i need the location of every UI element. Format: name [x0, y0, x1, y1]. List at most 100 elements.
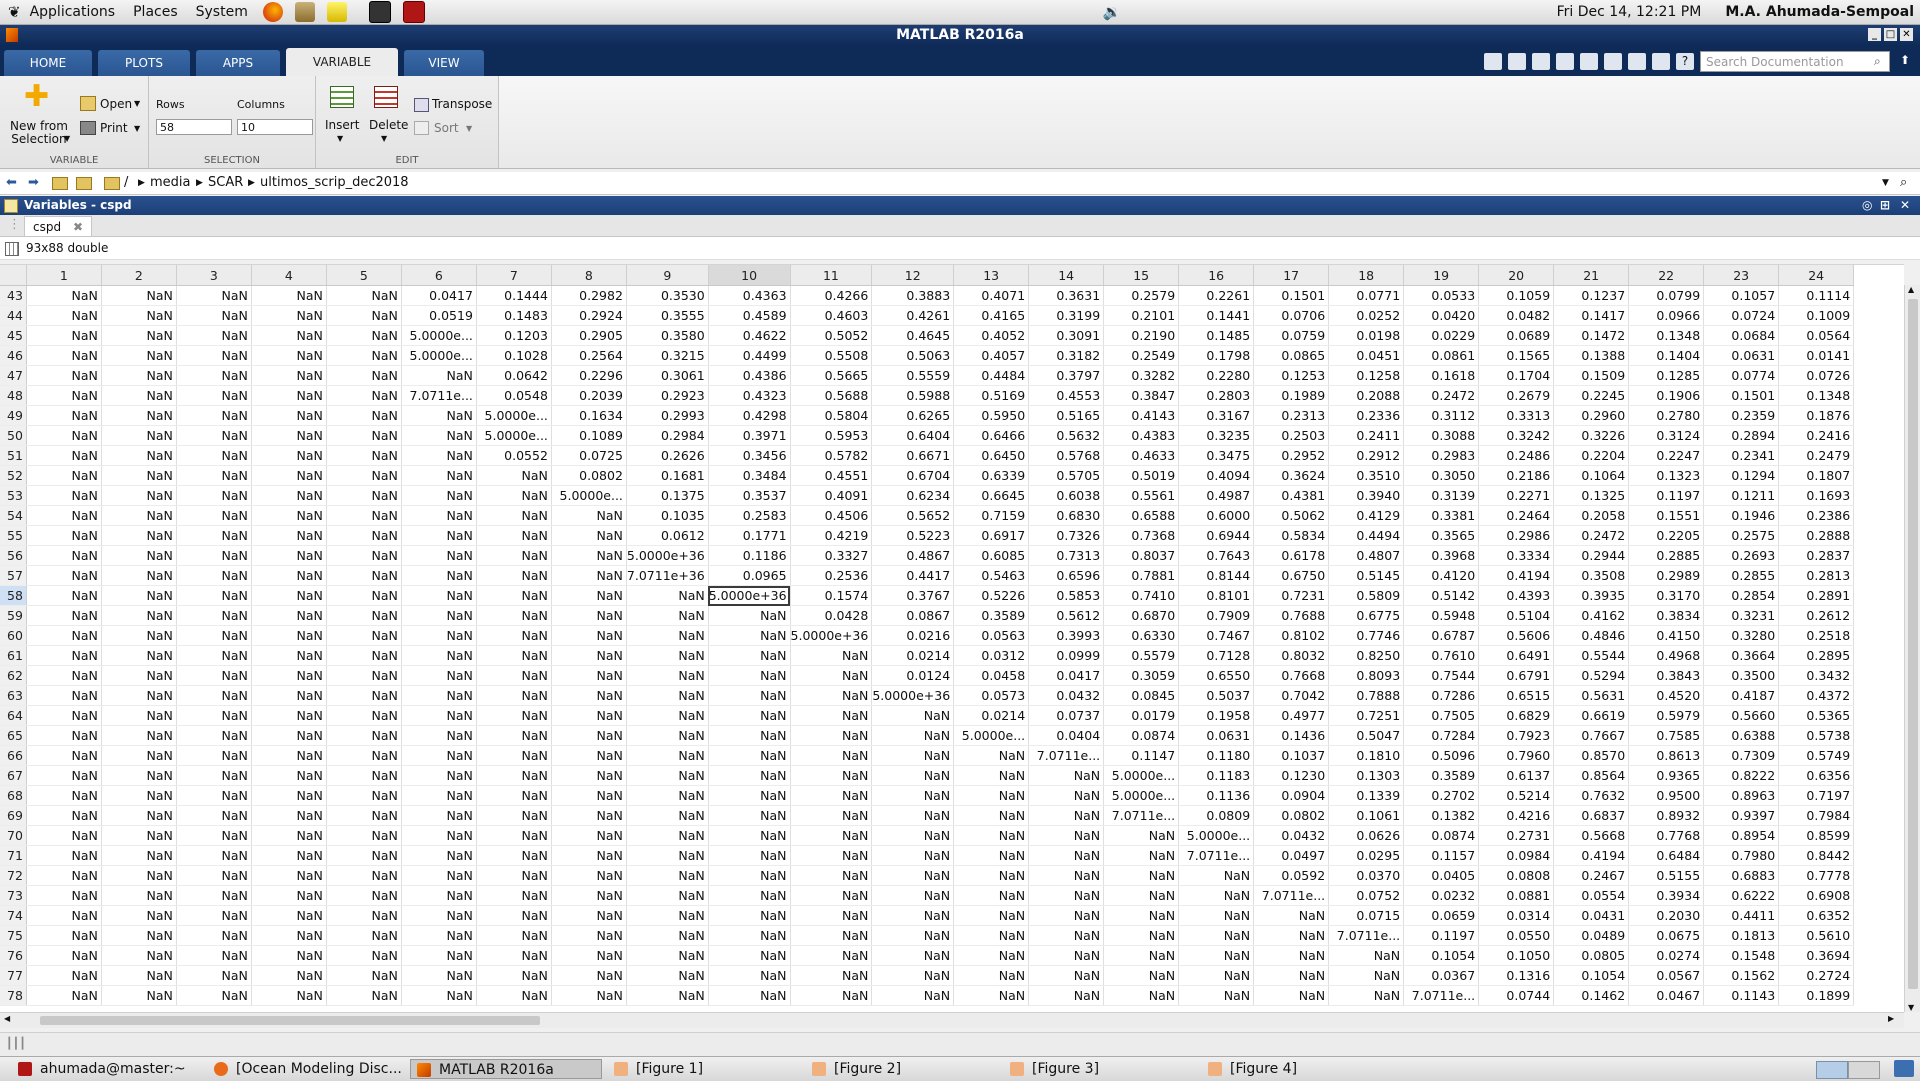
data-cell[interactable]: 0.3088 — [1403, 425, 1480, 446]
column-header[interactable]: 13 — [953, 265, 1030, 286]
data-cell[interactable]: 0.2058 — [1553, 505, 1630, 526]
data-cell[interactable]: 0.2386 — [1778, 505, 1855, 526]
data-cell[interactable]: NaN — [708, 685, 791, 706]
data-cell[interactable]: NaN — [1178, 945, 1255, 966]
data-cell[interactable]: NaN — [551, 725, 627, 746]
data-cell[interactable]: NaN — [176, 285, 252, 306]
data-cell[interactable]: NaN — [251, 865, 327, 886]
data-cell[interactable]: 0.2416 — [1778, 425, 1855, 446]
data-cell[interactable]: NaN — [476, 905, 552, 926]
row-header[interactable]: 61 — [0, 645, 27, 666]
row-header[interactable]: 58 — [0, 585, 27, 606]
data-cell[interactable]: NaN — [626, 905, 709, 926]
data-cell[interactable]: 0.0809 — [1178, 805, 1255, 826]
data-cell[interactable]: NaN — [101, 805, 177, 826]
data-cell[interactable]: NaN — [476, 645, 552, 666]
browse-folder-icon[interactable] — [76, 177, 92, 190]
data-cell[interactable]: 0.7768 — [1628, 825, 1705, 846]
row-header[interactable]: 63 — [0, 685, 27, 706]
data-cell[interactable]: NaN — [326, 845, 402, 866]
data-cell[interactable]: 0.6085 — [953, 545, 1030, 566]
data-cell[interactable]: NaN — [551, 545, 627, 566]
data-cell[interactable]: NaN — [626, 745, 709, 766]
data-cell[interactable]: 0.1958 — [1178, 705, 1255, 726]
data-cell[interactable]: 0.5953 — [790, 425, 873, 446]
vertical-scrollbar[interactable]: ▲ ▼ — [1904, 285, 1920, 1012]
clock[interactable]: Fri Dec 14, 12:21 PM — [1557, 4, 1702, 20]
data-cell[interactable]: 7.0711e... — [1178, 845, 1255, 866]
taskbar-item-terminal[interactable]: ahumada@master:~ — [12, 1059, 202, 1079]
data-cell[interactable]: 0.6515 — [1478, 685, 1555, 706]
data-cell[interactable]: 0.5804 — [790, 405, 873, 426]
folder-search-icon[interactable]: ⌕ — [1900, 172, 1907, 194]
data-cell[interactable]: NaN — [101, 785, 177, 806]
data-cell[interactable]: NaN — [626, 645, 709, 666]
selected-cell[interactable]: 5.0000e+36 — [708, 585, 791, 606]
data-cell[interactable]: NaN — [26, 405, 102, 426]
data-cell[interactable]: 0.1348 — [1628, 325, 1705, 346]
cut-icon[interactable] — [1532, 53, 1550, 70]
data-cell[interactable]: 0.3565 — [1403, 525, 1480, 546]
data-cell[interactable]: NaN — [251, 665, 327, 686]
data-cell[interactable]: NaN — [101, 425, 177, 446]
data-cell[interactable]: 0.1183 — [1178, 765, 1255, 786]
data-cell[interactable]: 0.0802 — [551, 465, 627, 486]
data-cell[interactable]: 0.1989 — [1253, 385, 1330, 406]
data-cell[interactable]: 0.5155 — [1628, 865, 1705, 886]
panel-undock-icon[interactable]: ⊞ — [1880, 196, 1890, 215]
columns-input[interactable]: 10 — [237, 119, 313, 135]
data-cell[interactable]: NaN — [26, 505, 102, 526]
data-cell[interactable]: NaN — [101, 765, 177, 786]
data-cell[interactable]: NaN — [476, 745, 552, 766]
data-cell[interactable]: 0.6917 — [953, 525, 1030, 546]
data-cell[interactable]: NaN — [476, 665, 552, 686]
data-cell[interactable]: 0.5062 — [1253, 505, 1330, 526]
data-cell[interactable]: NaN — [251, 825, 327, 846]
data-cell[interactable]: 0.1501 — [1703, 385, 1780, 406]
data-cell[interactable]: NaN — [326, 745, 402, 766]
data-cell[interactable]: 0.5606 — [1478, 625, 1555, 646]
data-cell[interactable]: NaN — [101, 945, 177, 966]
data-cell[interactable]: 0.8250 — [1328, 645, 1405, 666]
data-cell[interactable]: 0.8570 — [1553, 745, 1630, 766]
column-header[interactable]: 11 — [790, 265, 873, 286]
data-cell[interactable]: 0.7881 — [1103, 565, 1180, 586]
data-cell[interactable]: 0.6484 — [1628, 845, 1705, 866]
data-cell[interactable]: NaN — [251, 685, 327, 706]
data-cell[interactable]: 0.4381 — [1253, 485, 1330, 506]
data-cell[interactable]: 0.2186 — [1478, 465, 1555, 486]
data-cell[interactable]: 0.0966 — [1628, 305, 1705, 326]
data-cell[interactable]: 0.6944 — [1178, 525, 1255, 546]
data-cell[interactable]: 0.0867 — [871, 605, 955, 626]
data-cell[interactable]: NaN — [790, 745, 873, 766]
data-cell[interactable]: 0.2986 — [1478, 525, 1555, 546]
data-cell[interactable]: 0.0141 — [1778, 345, 1855, 366]
data-cell[interactable]: 0.0367 — [1403, 965, 1480, 986]
data-cell[interactable]: 0.3226 — [1553, 425, 1630, 446]
data-cell[interactable]: NaN — [871, 965, 955, 986]
tab-variable[interactable]: VARIABLE — [286, 48, 398, 76]
data-cell[interactable]: 0.5652 — [871, 505, 955, 526]
data-cell[interactable]: NaN — [251, 385, 327, 406]
data-cell[interactable]: 0.4094 — [1178, 465, 1255, 486]
column-header[interactable]: 5 — [326, 265, 402, 286]
row-header[interactable]: 48 — [0, 385, 27, 406]
data-cell[interactable]: 0.0845 — [1103, 685, 1180, 706]
data-cell[interactable]: NaN — [953, 905, 1030, 926]
data-cell[interactable]: NaN — [101, 385, 177, 406]
data-cell[interactable]: NaN — [26, 705, 102, 726]
data-cell[interactable]: 0.3940 — [1328, 485, 1405, 506]
data-cell[interactable]: NaN — [551, 645, 627, 666]
data-cell[interactable]: NaN — [101, 365, 177, 386]
sort-dropdown-icon[interactable]: ▼ — [466, 124, 472, 133]
horizontal-scroll-thumb[interactable] — [40, 1016, 540, 1025]
column-header[interactable]: 3 — [176, 265, 252, 286]
data-cell[interactable]: 0.7128 — [1178, 645, 1255, 666]
data-cell[interactable]: 0.4977 — [1253, 705, 1330, 726]
column-header[interactable]: 22 — [1628, 265, 1705, 286]
save-icon[interactable] — [1508, 53, 1526, 70]
data-cell[interactable]: 0.3843 — [1628, 665, 1705, 686]
data-cell[interactable]: 0.5559 — [871, 365, 955, 386]
data-cell[interactable]: NaN — [326, 865, 402, 886]
data-cell[interactable]: NaN — [401, 865, 477, 886]
